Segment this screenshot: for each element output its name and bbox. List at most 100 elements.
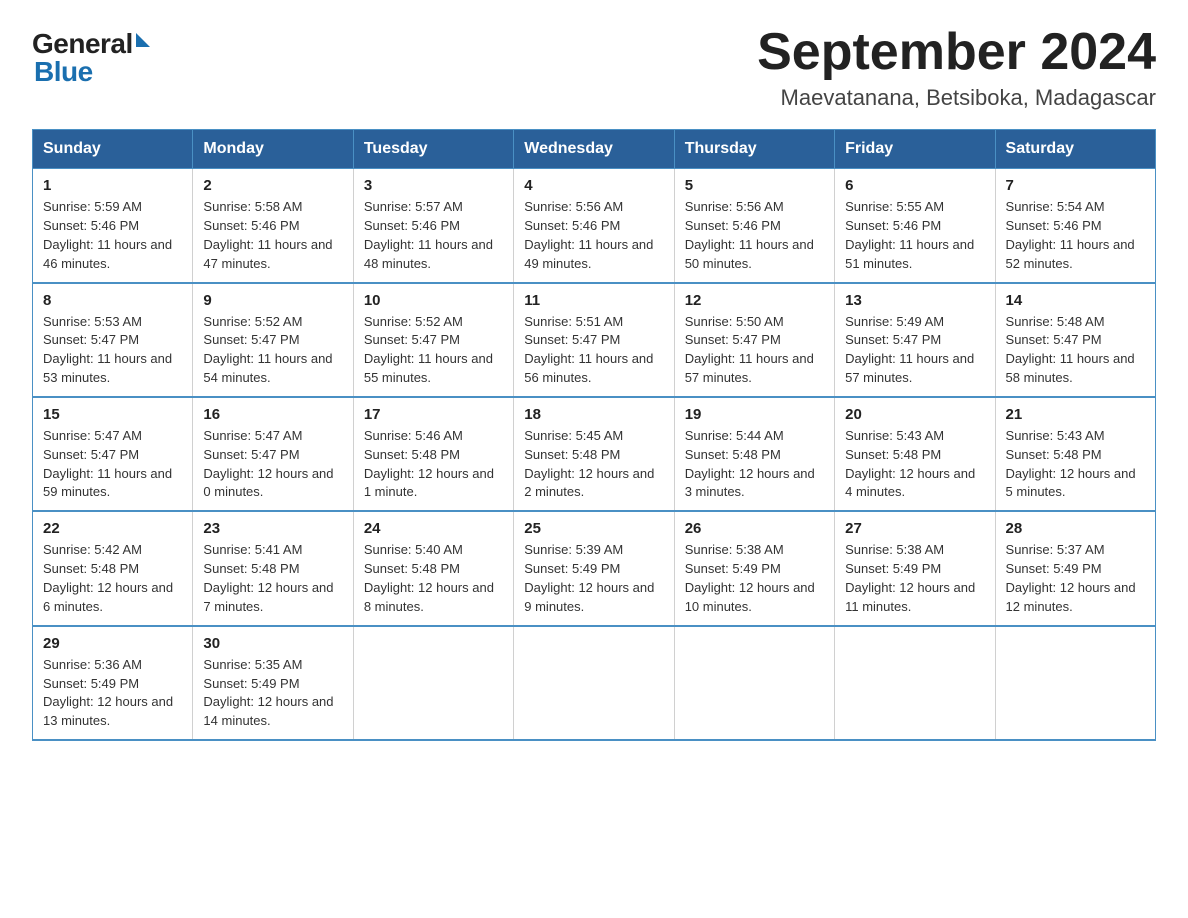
calendar-cell: 16 Sunrise: 5:47 AMSunset: 5:47 PMDaylig… [193,397,353,511]
day-number: 4 [524,177,663,194]
header-monday: Monday [193,130,353,169]
day-number: 21 [1006,406,1145,423]
day-number: 26 [685,520,824,537]
day-number: 15 [43,406,182,423]
day-number: 30 [203,635,342,652]
calendar-cell: 4 Sunrise: 5:56 AMSunset: 5:46 PMDayligh… [514,169,674,283]
day-number: 12 [685,292,824,309]
day-number: 14 [1006,292,1145,309]
day-number: 7 [1006,177,1145,194]
day-number: 29 [43,635,182,652]
calendar-cell: 1 Sunrise: 5:59 AMSunset: 5:46 PMDayligh… [33,169,193,283]
calendar-cell: 8 Sunrise: 5:53 AMSunset: 5:47 PMDayligh… [33,283,193,397]
calendar-week-row: 29 Sunrise: 5:36 AMSunset: 5:49 PMDaylig… [33,626,1156,740]
calendar-cell: 14 Sunrise: 5:48 AMSunset: 5:47 PMDaylig… [995,283,1155,397]
day-info: Sunrise: 5:40 AMSunset: 5:48 PMDaylight:… [364,542,494,614]
day-number: 3 [364,177,503,194]
header-tuesday: Tuesday [353,130,513,169]
day-info: Sunrise: 5:41 AMSunset: 5:48 PMDaylight:… [203,542,333,614]
day-number: 1 [43,177,182,194]
day-info: Sunrise: 5:52 AMSunset: 5:47 PMDaylight:… [203,314,332,386]
calendar-table: Sunday Monday Tuesday Wednesday Thursday… [32,129,1156,741]
day-number: 23 [203,520,342,537]
header-thursday: Thursday [674,130,834,169]
calendar-cell: 12 Sunrise: 5:50 AMSunset: 5:47 PMDaylig… [674,283,834,397]
calendar-cell [995,626,1155,740]
calendar-body: 1 Sunrise: 5:59 AMSunset: 5:46 PMDayligh… [33,169,1156,740]
day-info: Sunrise: 5:47 AMSunset: 5:47 PMDaylight:… [43,428,172,500]
day-info: Sunrise: 5:43 AMSunset: 5:48 PMDaylight:… [1006,428,1136,500]
calendar-cell: 5 Sunrise: 5:56 AMSunset: 5:46 PMDayligh… [674,169,834,283]
day-number: 25 [524,520,663,537]
day-info: Sunrise: 5:36 AMSunset: 5:49 PMDaylight:… [43,657,173,729]
calendar-cell: 9 Sunrise: 5:52 AMSunset: 5:47 PMDayligh… [193,283,353,397]
day-number: 18 [524,406,663,423]
calendar-header: Sunday Monday Tuesday Wednesday Thursday… [33,130,1156,169]
calendar-cell: 21 Sunrise: 5:43 AMSunset: 5:48 PMDaylig… [995,397,1155,511]
title-block: September 2024 Maevatanana, Betsiboka, M… [757,24,1156,111]
calendar-cell: 6 Sunrise: 5:55 AMSunset: 5:46 PMDayligh… [835,169,995,283]
calendar-cell: 2 Sunrise: 5:58 AMSunset: 5:46 PMDayligh… [193,169,353,283]
day-info: Sunrise: 5:53 AMSunset: 5:47 PMDaylight:… [43,314,172,386]
day-number: 5 [685,177,824,194]
day-number: 27 [845,520,984,537]
calendar-cell [514,626,674,740]
calendar-cell: 22 Sunrise: 5:42 AMSunset: 5:48 PMDaylig… [33,511,193,625]
calendar-cell: 28 Sunrise: 5:37 AMSunset: 5:49 PMDaylig… [995,511,1155,625]
calendar-cell: 20 Sunrise: 5:43 AMSunset: 5:48 PMDaylig… [835,397,995,511]
day-info: Sunrise: 5:37 AMSunset: 5:49 PMDaylight:… [1006,542,1136,614]
day-number: 11 [524,292,663,309]
day-info: Sunrise: 5:42 AMSunset: 5:48 PMDaylight:… [43,542,173,614]
calendar-cell: 27 Sunrise: 5:38 AMSunset: 5:49 PMDaylig… [835,511,995,625]
calendar-cell: 15 Sunrise: 5:47 AMSunset: 5:47 PMDaylig… [33,397,193,511]
calendar-cell [353,626,513,740]
day-info: Sunrise: 5:56 AMSunset: 5:46 PMDaylight:… [685,199,814,271]
day-info: Sunrise: 5:50 AMSunset: 5:47 PMDaylight:… [685,314,814,386]
day-info: Sunrise: 5:59 AMSunset: 5:46 PMDaylight:… [43,199,172,271]
day-info: Sunrise: 5:54 AMSunset: 5:46 PMDaylight:… [1006,199,1135,271]
calendar-cell: 29 Sunrise: 5:36 AMSunset: 5:49 PMDaylig… [33,626,193,740]
day-info: Sunrise: 5:51 AMSunset: 5:47 PMDaylight:… [524,314,653,386]
day-number: 20 [845,406,984,423]
day-info: Sunrise: 5:45 AMSunset: 5:48 PMDaylight:… [524,428,654,500]
calendar-cell: 30 Sunrise: 5:35 AMSunset: 5:49 PMDaylig… [193,626,353,740]
day-number: 24 [364,520,503,537]
calendar-cell: 11 Sunrise: 5:51 AMSunset: 5:47 PMDaylig… [514,283,674,397]
logo: General Blue [32,28,150,88]
day-number: 17 [364,406,503,423]
day-number: 6 [845,177,984,194]
day-info: Sunrise: 5:39 AMSunset: 5:49 PMDaylight:… [524,542,654,614]
day-info: Sunrise: 5:58 AMSunset: 5:46 PMDaylight:… [203,199,332,271]
calendar-cell: 19 Sunrise: 5:44 AMSunset: 5:48 PMDaylig… [674,397,834,511]
header-sunday: Sunday [33,130,193,169]
calendar-cell: 10 Sunrise: 5:52 AMSunset: 5:47 PMDaylig… [353,283,513,397]
header-wednesday: Wednesday [514,130,674,169]
calendar-cell: 18 Sunrise: 5:45 AMSunset: 5:48 PMDaylig… [514,397,674,511]
day-info: Sunrise: 5:57 AMSunset: 5:46 PMDaylight:… [364,199,493,271]
calendar-cell: 7 Sunrise: 5:54 AMSunset: 5:46 PMDayligh… [995,169,1155,283]
day-number: 2 [203,177,342,194]
calendar-cell: 17 Sunrise: 5:46 AMSunset: 5:48 PMDaylig… [353,397,513,511]
calendar-week-row: 8 Sunrise: 5:53 AMSunset: 5:47 PMDayligh… [33,283,1156,397]
header-friday: Friday [835,130,995,169]
calendar-cell [835,626,995,740]
calendar-cell: 26 Sunrise: 5:38 AMSunset: 5:49 PMDaylig… [674,511,834,625]
calendar-week-row: 22 Sunrise: 5:42 AMSunset: 5:48 PMDaylig… [33,511,1156,625]
day-info: Sunrise: 5:43 AMSunset: 5:48 PMDaylight:… [845,428,975,500]
header-saturday: Saturday [995,130,1155,169]
day-number: 22 [43,520,182,537]
day-info: Sunrise: 5:38 AMSunset: 5:49 PMDaylight:… [685,542,815,614]
day-info: Sunrise: 5:56 AMSunset: 5:46 PMDaylight:… [524,199,653,271]
logo-text-blue: Blue [34,56,93,87]
calendar-week-row: 1 Sunrise: 5:59 AMSunset: 5:46 PMDayligh… [33,169,1156,283]
day-number: 10 [364,292,503,309]
day-info: Sunrise: 5:35 AMSunset: 5:49 PMDaylight:… [203,657,333,729]
day-info: Sunrise: 5:46 AMSunset: 5:48 PMDaylight:… [364,428,494,500]
day-number: 13 [845,292,984,309]
day-header-row: Sunday Monday Tuesday Wednesday Thursday… [33,130,1156,169]
calendar-cell [674,626,834,740]
day-info: Sunrise: 5:38 AMSunset: 5:49 PMDaylight:… [845,542,975,614]
day-info: Sunrise: 5:44 AMSunset: 5:48 PMDaylight:… [685,428,815,500]
calendar-cell: 3 Sunrise: 5:57 AMSunset: 5:46 PMDayligh… [353,169,513,283]
day-info: Sunrise: 5:47 AMSunset: 5:47 PMDaylight:… [203,428,333,500]
